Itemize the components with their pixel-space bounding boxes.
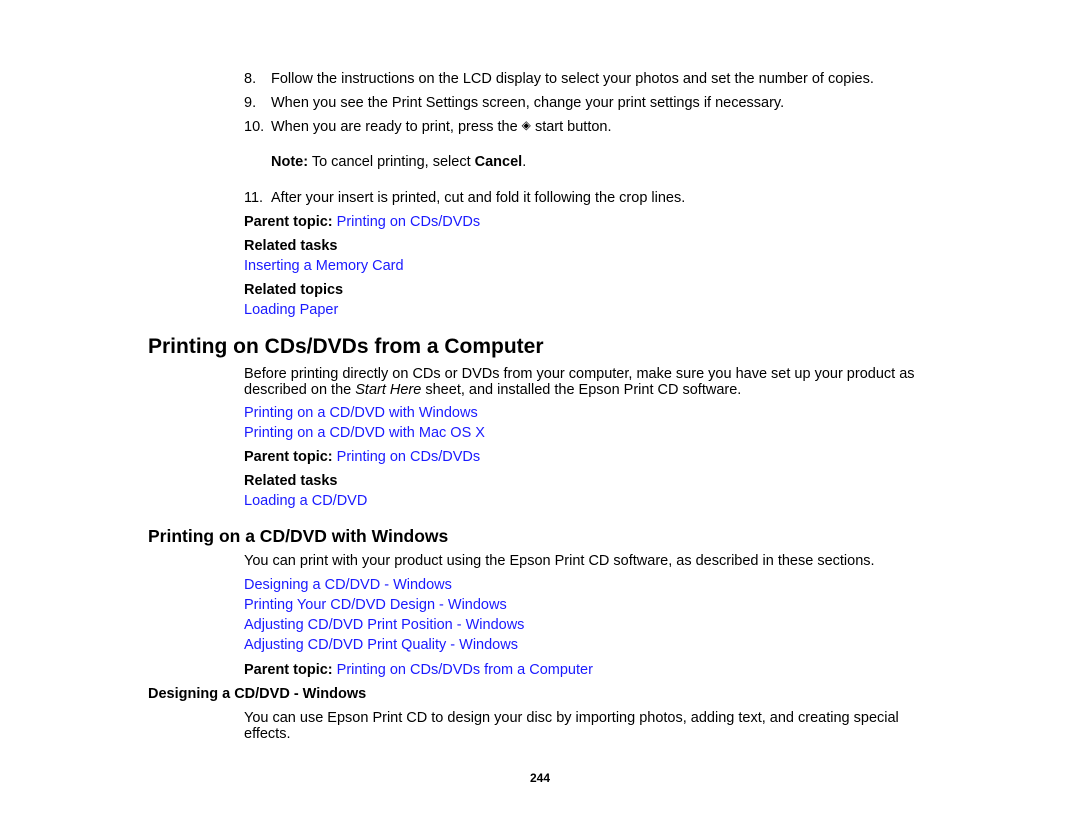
- section-intro: You can print with your product using th…: [244, 553, 875, 569]
- note-end: .: [522, 154, 527, 170]
- start-here-emphasis: Start Here: [355, 382, 422, 398]
- adjust-quality-link[interactable]: Adjusting CD/DVD Print Quality - Windows: [244, 637, 518, 653]
- related-tasks-label: Related tasks: [244, 238, 338, 254]
- section-text: You can use Epson Print CD to design you…: [244, 710, 899, 742]
- designing-link[interactable]: Designing a CD/DVD - Windows: [244, 577, 452, 593]
- loading-paper-link[interactable]: Loading Paper: [244, 302, 338, 318]
- parent-topic-label: Parent topic:: [244, 449, 333, 465]
- adjust-position-link[interactable]: Adjusting CD/DVD Print Position - Window…: [244, 617, 524, 633]
- step-number: 10.: [244, 119, 265, 135]
- parent-topic: Parent topic: Printing on CDs/DVDs: [244, 214, 480, 230]
- note: Note: To cancel printing, select Cancel.: [271, 154, 526, 170]
- step-text: When you see the Print Settings screen, …: [271, 95, 785, 111]
- parent-topic-label: Parent topic:: [244, 662, 333, 678]
- step-text-before: When you are ready to print, press the: [271, 119, 518, 135]
- parent-topic: Parent topic: Printing on CDs/DVDs from …: [244, 662, 593, 678]
- intro-text-end: sheet, and installed the Epson Print CD …: [421, 382, 742, 398]
- mac-link[interactable]: Printing on a CD/DVD with Mac OS X: [244, 425, 485, 441]
- parent-topic: Parent topic: Printing on CDs/DVDs: [244, 449, 480, 465]
- printing-design-link[interactable]: Printing Your CD/DVD Design - Windows: [244, 597, 507, 613]
- parent-topic-link[interactable]: Printing on CDs/DVDs: [337, 214, 480, 230]
- step-text-after: start button.: [534, 119, 612, 135]
- section-heading-computer: Printing on CDs/DVDs from a Computer: [148, 335, 544, 358]
- related-tasks-label: Related tasks: [244, 473, 338, 489]
- windows-link[interactable]: Printing on a CD/DVD with Windows: [244, 405, 478, 421]
- step-number: 8.: [244, 71, 257, 87]
- page-number: 244: [530, 771, 551, 785]
- start-icon: ◈: [521, 118, 531, 132]
- section-intro: Before printing directly on CDs or DVDs …: [244, 366, 944, 398]
- note-emphasis: Cancel: [474, 154, 523, 170]
- note-text: To cancel printing, select: [308, 154, 475, 170]
- loading-cd-dvd-link[interactable]: Loading a CD/DVD: [244, 493, 367, 509]
- section-heading-windows: Printing on a CD/DVD with Windows: [148, 526, 449, 546]
- section-heading-designing: Designing a CD/DVD - Windows: [148, 686, 367, 702]
- step-number: 11.: [244, 190, 264, 206]
- step-text: After your insert is printed, cut and fo…: [271, 190, 686, 206]
- parent-topic-link[interactable]: Printing on CDs/DVDs from a Computer: [337, 662, 593, 678]
- step-text: Follow the instructions on the LCD displ…: [271, 71, 874, 87]
- parent-topic-link[interactable]: Printing on CDs/DVDs: [337, 449, 480, 465]
- step-number: 9.: [244, 95, 257, 111]
- related-topics-label: Related topics: [244, 282, 344, 298]
- inserting-memory-card-link[interactable]: Inserting a Memory Card: [244, 258, 404, 274]
- parent-topic-label: Parent topic:: [244, 214, 333, 230]
- note-label: Note:: [271, 154, 309, 170]
